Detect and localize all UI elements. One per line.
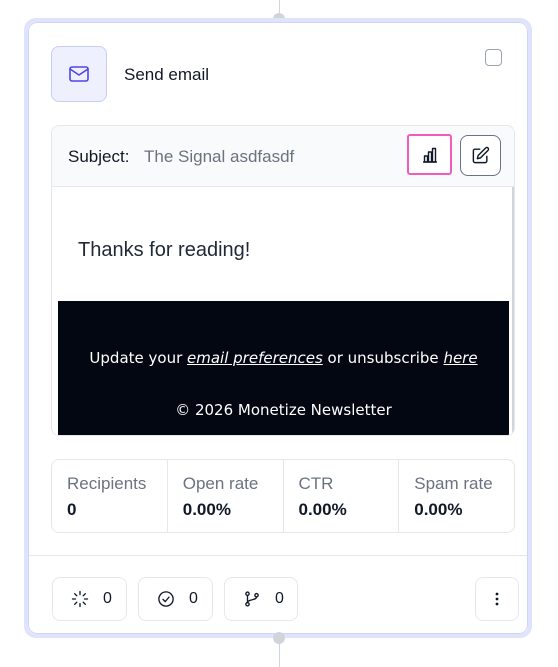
preview-scrollbar[interactable] [512, 187, 514, 435]
footer-divider [29, 555, 527, 556]
branch-count-button[interactable]: 0 [224, 577, 298, 621]
mail-icon [51, 46, 107, 102]
stat-recipients: Recipients 0 [52, 460, 168, 532]
git-branch-icon [245, 591, 259, 607]
email-preferences-link[interactable]: email preferences [187, 349, 323, 367]
stat-label: Open rate [182, 474, 259, 493]
stats-panel: Recipients 0 Open rate 0.00% CTR 0.00% S… [51, 459, 515, 533]
edit-email-button[interactable] [460, 135, 501, 176]
stat-value: 0.00% [182, 500, 231, 519]
unsubscribe-here-link[interactable]: here [443, 349, 477, 367]
subject-value: The Signal asdfasdf [144, 147, 295, 166]
email-preview-box: Subject: The Signal asdfasdf Thanks for … [51, 125, 515, 436]
more-vertical-icon [495, 592, 499, 606]
footer-middle: or unsubscribe [322, 349, 444, 367]
stat-ctr: CTR 0.00% [284, 460, 400, 532]
completed-count-button[interactable]: 0 [138, 577, 213, 621]
copyright-text: © 2026 Monetize Newsletter [175, 401, 392, 419]
node-inner-border: Send email Subject: The Signal asdfasdf [28, 22, 528, 634]
subject-label: Subject: [68, 147, 130, 166]
completed-count: 0 [189, 590, 198, 607]
stat-label: Recipients [67, 474, 147, 493]
subject-bar: Subject: The Signal asdfasdf [52, 126, 514, 187]
loader-icon [71, 590, 89, 608]
check-circle-icon [158, 591, 174, 607]
analytics-button[interactable] [407, 134, 452, 175]
in-progress-count: 0 [103, 590, 112, 607]
connector-line-bottom [279, 640, 280, 667]
in-progress-count-button[interactable]: 0 [52, 577, 127, 621]
stat-value: 0.00% [298, 500, 347, 519]
stat-value: 0.00% [414, 500, 463, 519]
node-title: Send email [124, 65, 210, 84]
footer-unsubscribe-line: Update your email preferences or unsubsc… [58, 349, 509, 367]
email-footer: Update your email preferences or unsubsc… [58, 301, 509, 435]
more-options-button[interactable] [475, 577, 519, 621]
edit-icon [472, 146, 490, 164]
select-checkbox[interactable] [485, 49, 502, 66]
stat-open-rate: Open rate 0.00% [168, 460, 284, 532]
stat-label: Spam rate [414, 474, 493, 493]
send-email-node[interactable]: Send email Subject: The Signal asdfasdf [24, 18, 532, 638]
footer-prefix: Update your [89, 349, 188, 367]
stat-label: CTR [298, 474, 334, 493]
email-preview[interactable]: Thanks for reading! Update your email pr… [52, 187, 514, 435]
stat-spam-rate: Spam rate 0.00% [399, 460, 514, 532]
stat-value: 0 [67, 500, 77, 519]
branch-count: 0 [275, 590, 284, 607]
preview-message: Thanks for reading! [78, 239, 251, 261]
bar-chart-icon [422, 147, 437, 163]
